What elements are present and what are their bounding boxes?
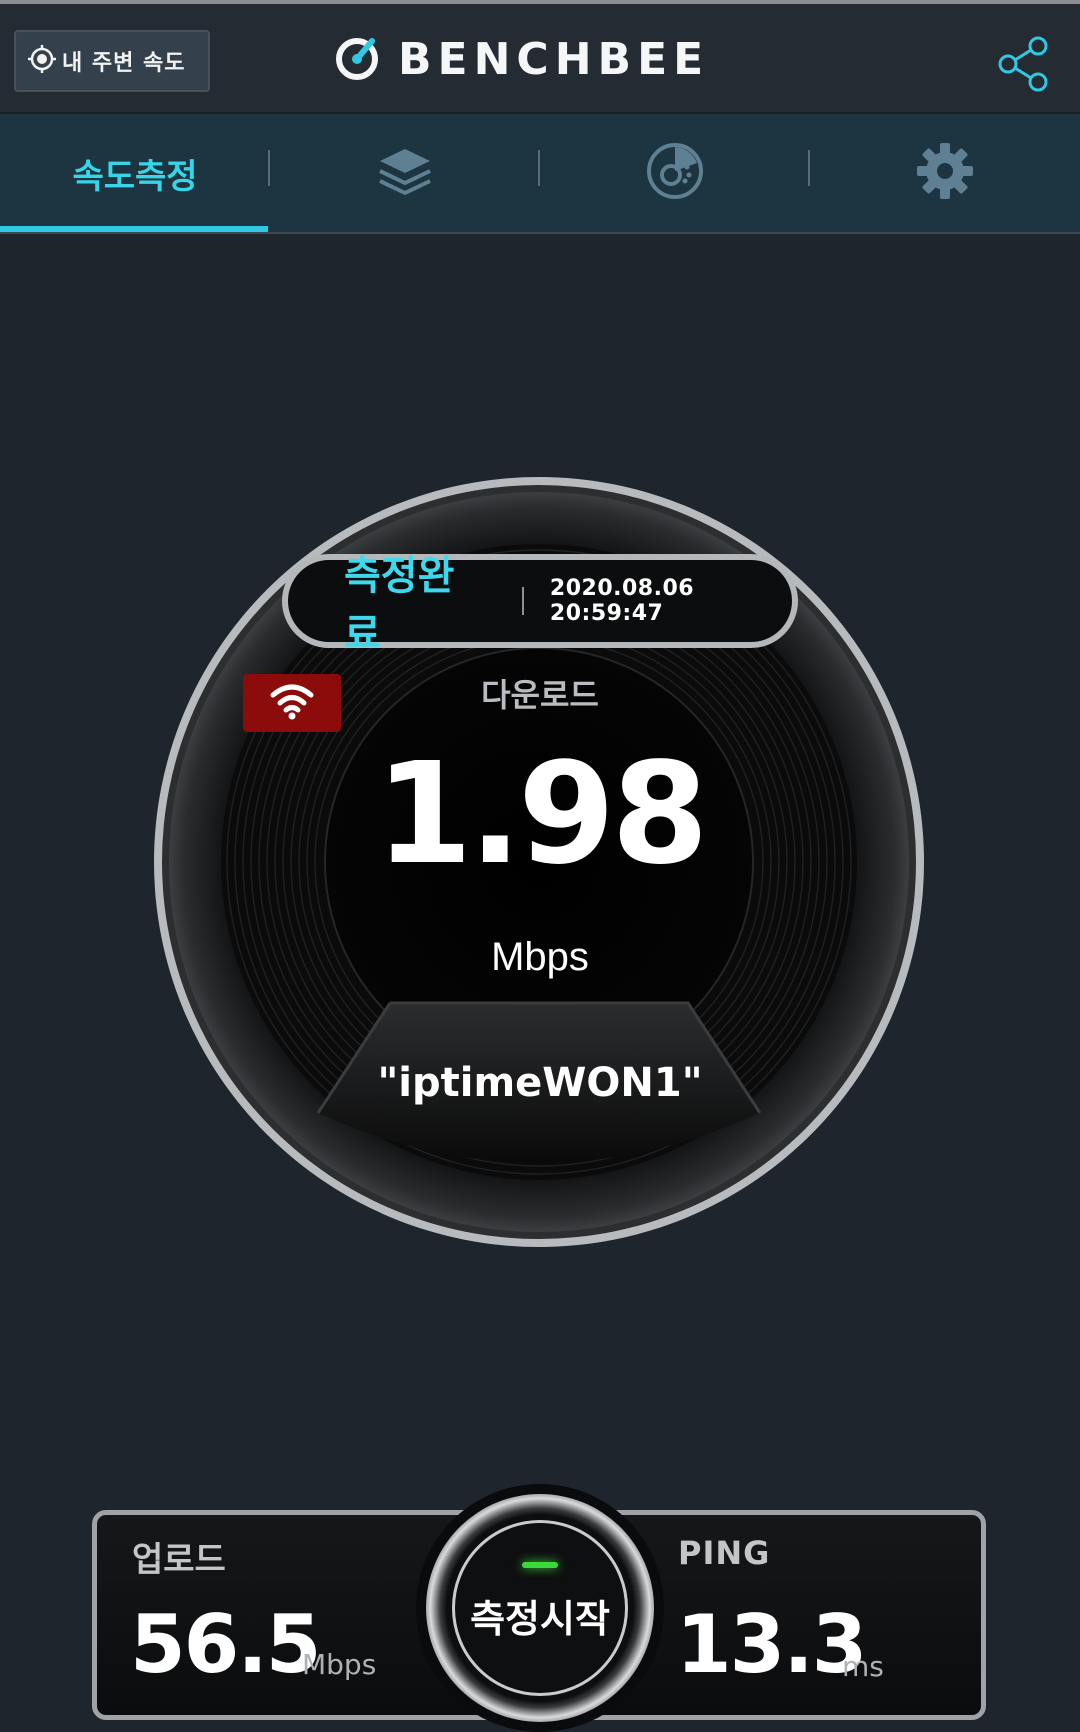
tab-layers[interactable] <box>270 114 540 232</box>
app-header: 내 주변 속도 BENCHBEE <box>0 0 1080 114</box>
ping-unit: ms <box>842 1650 884 1683</box>
logo-wordmark: BENCHBEE <box>398 34 710 85</box>
speedometer-logo-icon <box>334 35 380 85</box>
nearby-speed-label: 내 주변 속도 <box>62 51 186 76</box>
tab-statistics[interactable] <box>540 114 810 232</box>
measurement-timestamp: 2020.08.06 20:59:47 <box>549 576 695 626</box>
upload-speed-unit: Mbps <box>302 1648 377 1681</box>
nearby-speed-button[interactable]: 내 주변 속도 <box>14 30 210 92</box>
download-label: 다운로드 <box>481 676 599 714</box>
status-divider <box>522 587 524 615</box>
share-icon <box>998 36 1050 96</box>
status-label: 측정완료 <box>344 553 455 657</box>
tab-speed-test[interactable]: 속도측정 <box>0 114 270 232</box>
upload-speed-value: 56.5 <box>130 1598 321 1691</box>
upload-label: 업로드 <box>132 1540 226 1580</box>
layers-icon <box>376 145 434 201</box>
stats-pie-icon <box>645 141 705 205</box>
location-target-icon <box>28 45 56 77</box>
start-test-label[interactable]: 측정시작 <box>452 1588 628 1643</box>
benchbee-logo: BENCHBEE <box>334 34 709 85</box>
wifi-icon <box>269 681 315 725</box>
network-ssid: "iptimeWON1" <box>377 1060 703 1106</box>
ping-value: 13.3 <box>676 1598 867 1691</box>
start-status-led <box>522 1562 558 1568</box>
gear-icon <box>915 141 975 205</box>
measurement-status-pill: 측정완료 2020.08.06 20:59:47 <box>282 553 798 657</box>
speedtest-screen: 내 주변 속도 BENCHBEE 속도측정 측정완료 2020.08.06 20… <box>0 0 1080 1732</box>
tab-speed-test-label: 속도측정 <box>72 156 198 197</box>
active-tab-indicator <box>0 226 268 232</box>
download-speed-value: 1.98 <box>375 733 708 896</box>
tab-bar: 속도측정 <box>0 114 1080 234</box>
ping-label: PING <box>678 1534 771 1572</box>
connection-type-badge <box>243 674 341 732</box>
download-speed-unit: Mbps <box>491 935 589 979</box>
tab-settings[interactable] <box>810 114 1080 232</box>
share-button[interactable] <box>998 36 1050 92</box>
